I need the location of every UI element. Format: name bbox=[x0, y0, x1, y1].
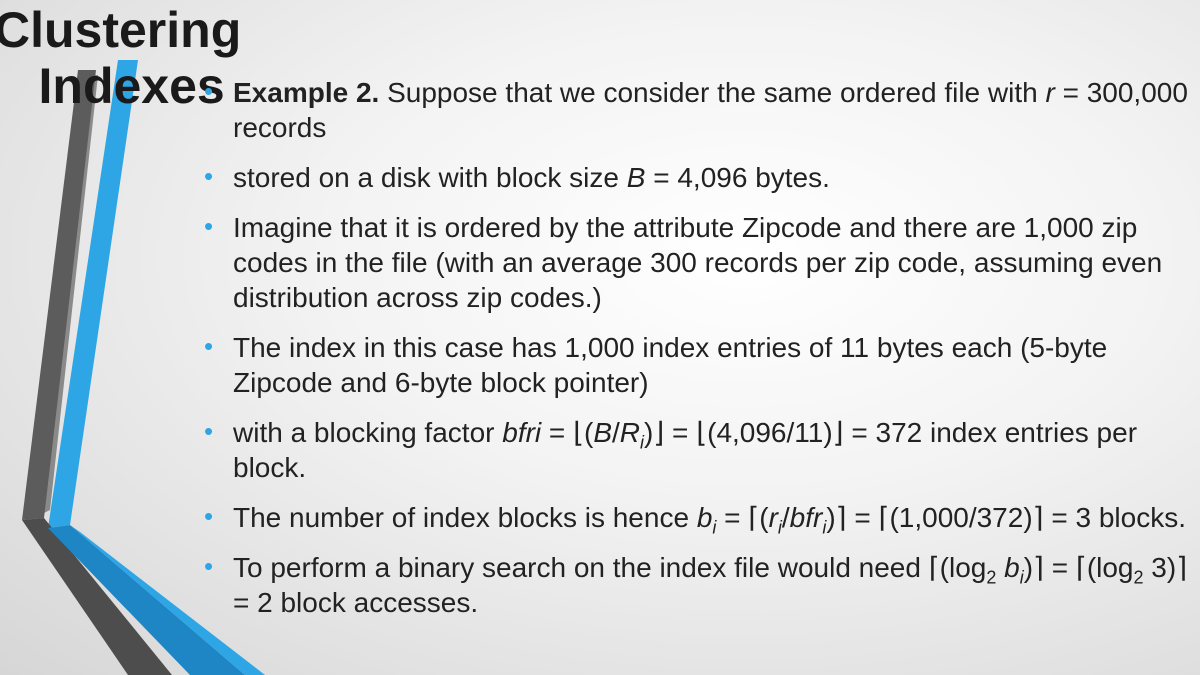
bullet-text: The number of index blocks is hence bbox=[233, 502, 697, 533]
subscript-2: 2 bbox=[986, 567, 997, 588]
bullet-dot-icon: • bbox=[204, 501, 214, 531]
var-B: B bbox=[626, 162, 646, 193]
bullet-dot-icon: • bbox=[204, 416, 214, 446]
title-line-1: Clustering bbox=[0, 2, 242, 58]
var-B: B bbox=[593, 417, 613, 448]
bullet-item: • with a blocking factor bfri = ⌊(B/Ri)⌋ … bbox=[200, 415, 1190, 485]
bullet-item: • Imagine that it is ordered by the attri… bbox=[200, 210, 1190, 315]
bullet-item: • stored on a disk with block size B = 4,… bbox=[200, 160, 1190, 195]
bullet-dot-icon: • bbox=[204, 211, 214, 241]
bullet-text: = ⌊( bbox=[541, 417, 594, 448]
bullet-item: • The index in this case has 1,000 index … bbox=[200, 330, 1190, 400]
bullet-text: )⌉ = ⌈(log bbox=[1023, 552, 1134, 583]
bullet-text: / bbox=[612, 417, 620, 448]
var-r: r bbox=[1045, 77, 1055, 108]
var-b: b bbox=[1004, 552, 1020, 583]
bullet-text: )⌉ = ⌈(1,000/372)⌉ = 3 blocks. bbox=[826, 502, 1186, 533]
bullet-text: Suppose that we consider the same ordere… bbox=[379, 77, 1046, 108]
var-b: b bbox=[696, 502, 713, 533]
bullet-list: • Example 2. Suppose that we consider the… bbox=[200, 75, 1190, 635]
bullet-text: with a blocking factor bbox=[233, 417, 503, 448]
var-bfri: bfri bbox=[502, 417, 542, 448]
bullet-dot-icon: • bbox=[204, 331, 214, 361]
bullet-text: = ⌈( bbox=[716, 502, 769, 533]
bullet-text bbox=[996, 552, 1004, 583]
bullet-item: • Example 2. Suppose that we consider the… bbox=[200, 75, 1190, 145]
bullet-item: • The number of index blocks is hence bi … bbox=[200, 500, 1190, 537]
var-R: R bbox=[619, 417, 641, 448]
bullet-text: Imagine that it is ordered by the attrib… bbox=[233, 212, 1163, 313]
var-r: r bbox=[768, 502, 778, 533]
bullet-text: stored on a disk with block size bbox=[233, 162, 627, 193]
bullet-text: / bbox=[781, 502, 790, 533]
example-label: Example 2. bbox=[233, 77, 380, 108]
bullet-text: To perform a binary search on the index … bbox=[233, 552, 987, 583]
bullet-dot-icon: • bbox=[204, 161, 214, 191]
bullet-text: = 4,096 bytes. bbox=[645, 162, 830, 193]
bullet-dot-icon: • bbox=[204, 76, 214, 106]
bullet-dot-icon: • bbox=[204, 551, 214, 581]
var-bfr: bfr bbox=[789, 502, 823, 533]
subscript-2: 2 bbox=[1133, 567, 1144, 588]
bullet-text: The index in this case has 1,000 index e… bbox=[233, 332, 1108, 398]
bullet-item: • To perform a binary search on the index… bbox=[200, 550, 1190, 620]
